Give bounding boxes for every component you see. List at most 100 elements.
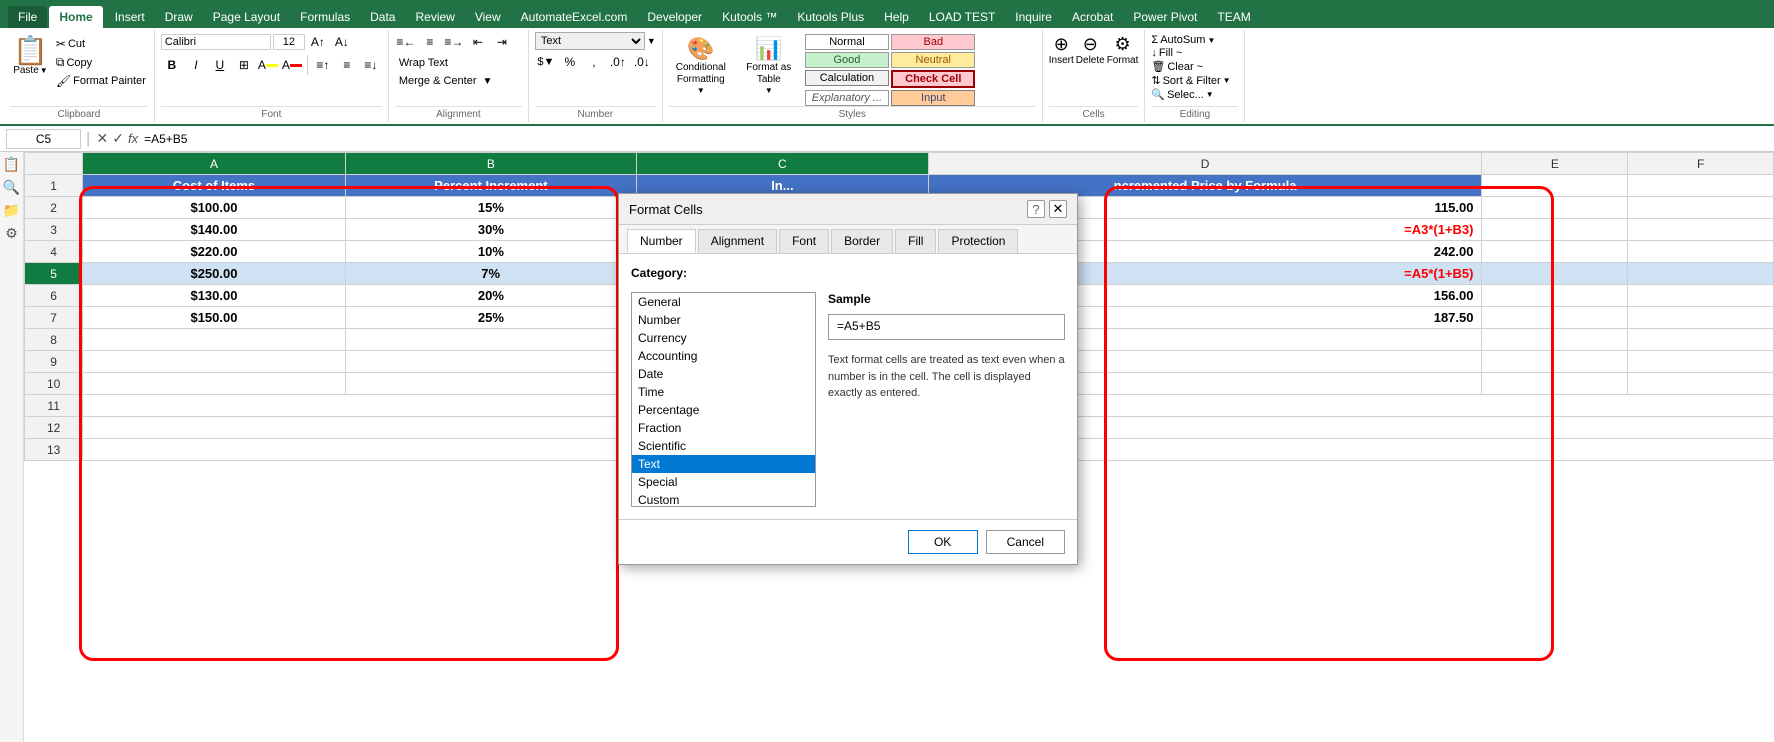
category-special[interactable]: Special [632,473,815,491]
dialog-tab-protection[interactable]: Protection [938,229,1018,253]
tab-load-test[interactable]: LOAD TEST [919,6,1005,28]
col-header-F[interactable]: F [1628,153,1774,175]
cell-A8[interactable] [83,329,345,351]
tab-data[interactable]: Data [360,6,405,28]
decrease-decimal-button[interactable]: .0↓ [631,52,653,72]
col-header-E[interactable]: E [1482,153,1628,175]
cell-F3[interactable] [1628,219,1774,241]
find-select-button[interactable]: 🔍 Selec... ▼ [1151,88,1238,101]
cell-A5[interactable]: $250.00 [83,263,345,285]
dialog-tab-fill[interactable]: Fill [895,229,936,253]
format-cells-dialog[interactable]: Format Cells ? ✕ Number Alignment Font B… [618,193,1078,565]
row-header-9[interactable]: 9 [25,351,83,373]
fill-color-button[interactable]: A [257,55,279,75]
cell-B3[interactable]: 30% [345,219,637,241]
sidebar-icon-4[interactable]: ⚙ [5,225,18,242]
cut-button[interactable]: ✂ Cut [54,36,148,52]
calculation-style[interactable]: Calculation [805,70,889,86]
col-header-D[interactable]: D [928,153,1482,175]
cell-F7[interactable] [1628,307,1774,329]
font-name-input[interactable] [161,34,271,50]
tab-formulas[interactable]: Formulas [290,6,360,28]
category-text[interactable]: Text [632,455,815,473]
cell-F2[interactable] [1628,197,1774,219]
row-header-11[interactable]: 11 [25,395,83,417]
align-center-button[interactable]: ≡ [419,32,441,52]
tab-file[interactable]: File [8,6,47,28]
paste-button[interactable]: 📋 Paste ▼ [10,34,51,79]
row-header-7[interactable]: 7 [25,307,83,329]
neutral-style[interactable]: Neutral [891,52,975,68]
category-accounting[interactable]: Accounting [632,347,815,365]
percent-button[interactable]: % [559,52,581,72]
function-wizard-icon[interactable]: fx [128,131,138,146]
borders-button[interactable]: ⊞ [233,55,255,75]
number-format-expand[interactable]: ▼ [647,36,656,46]
cell-E2[interactable] [1482,197,1628,219]
row-header-5[interactable]: 5 [25,263,83,285]
tab-draw[interactable]: Draw [155,6,203,28]
decrease-indent-button[interactable]: ⇤ [467,32,489,52]
cell-B9[interactable] [345,351,637,373]
cell-A2[interactable]: $100.00 [83,197,345,219]
tab-home[interactable]: Home [49,6,102,28]
tab-team[interactable]: TEAM [1207,6,1260,28]
cell-B2[interactable]: 15% [345,197,637,219]
cell-E6[interactable] [1482,285,1628,307]
category-custom[interactable]: Custom [632,491,815,507]
sort-filter-button[interactable]: ⇅ Sort & Filter ▼ [1151,74,1238,87]
row-header-8[interactable]: 8 [25,329,83,351]
font-color-button[interactable]: A [281,55,303,75]
category-scientific[interactable]: Scientific [632,437,815,455]
bold-button[interactable]: B [161,55,183,75]
format-as-table-button[interactable]: Format as Table [739,62,799,86]
number-format-select[interactable]: Text [535,32,645,50]
align-middle-button[interactable]: ≡ [336,55,358,75]
category-number[interactable]: Number [632,311,815,329]
input-style[interactable]: Input [891,90,975,106]
fill-button[interactable]: ↓ Fill ~ [1151,47,1238,59]
align-top-button[interactable]: ≡↑ [312,55,334,75]
tab-kutools[interactable]: Kutools ™ [712,6,787,28]
sidebar-icon-3[interactable]: 📁 [3,202,20,219]
name-box[interactable] [6,129,81,149]
category-time[interactable]: Time [632,383,815,401]
col-header-A[interactable]: A [83,153,345,175]
delete-cells-button[interactable]: Delete [1076,55,1105,66]
cell-F8[interactable] [1628,329,1774,351]
dialog-tab-number[interactable]: Number [627,229,696,253]
dialog-tab-alignment[interactable]: Alignment [698,229,777,253]
category-list[interactable]: General Number Currency Accounting Date … [631,292,816,507]
dialog-close-button[interactable]: ✕ [1049,200,1067,218]
dialog-tab-font[interactable]: Font [779,229,829,253]
row-header-10[interactable]: 10 [25,373,83,395]
align-bottom-button[interactable]: ≡↓ [360,55,382,75]
comma-button[interactable]: , [583,52,605,72]
tab-page-layout[interactable]: Page Layout [203,6,290,28]
tab-power-pivot[interactable]: Power Pivot [1123,6,1207,28]
cell-F10[interactable] [1628,373,1774,395]
format-painter-button[interactable]: 🖌 Format Painter [54,73,148,89]
font-size-input[interactable] [273,34,305,50]
cell-B10[interactable] [345,373,637,395]
cell-E8[interactable] [1482,329,1628,351]
cell-E3[interactable] [1482,219,1628,241]
category-fraction[interactable]: Fraction [632,419,815,437]
check-cell-style[interactable]: Check Cell [891,70,975,88]
col-header-B[interactable]: B [345,153,637,175]
dialog-cancel-button[interactable]: Cancel [986,530,1065,554]
cell-A9[interactable] [83,351,345,373]
cell-A10[interactable] [83,373,345,395]
row-header-12[interactable]: 12 [25,417,83,439]
tab-insert[interactable]: Insert [105,6,155,28]
sidebar-icon-1[interactable]: 📋 [3,156,20,173]
increase-font-button[interactable]: A↑ [307,32,329,52]
cell-E5[interactable] [1482,263,1628,285]
tab-developer[interactable]: Developer [637,6,712,28]
cell-B4[interactable]: 10% [345,241,637,263]
row-header-6[interactable]: 6 [25,285,83,307]
insert-cells-button[interactable]: Insert [1049,55,1074,66]
conditional-formatting-button[interactable]: Conditional Formatting [671,62,731,86]
tab-automate[interactable]: AutomateExcel.com [511,6,638,28]
row-header-1[interactable]: 1 [25,175,83,197]
